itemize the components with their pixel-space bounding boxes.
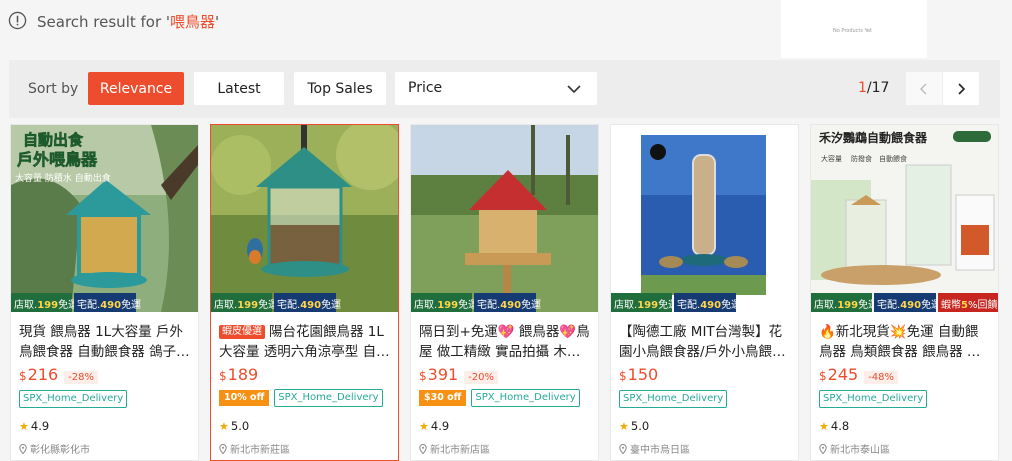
product-price: $391 (419, 365, 459, 384)
star-icon: ★ (419, 419, 429, 433)
rating: ★ 4.8 (819, 419, 850, 433)
shop-location: 新北市新莊區 (219, 441, 290, 456)
price-row: $216 -28% (19, 365, 99, 387)
product-title[interactable]: 【陶德工廠 MIT台灣製】花園小鳥餵食器/戶外小鳥餵食器 (619, 322, 791, 362)
location-pin-icon (419, 443, 427, 454)
product-image[interactable]: 店取.199免運 宅配.490免運 (411, 125, 598, 312)
product-card[interactable]: 店取.199免運 宅配.490免運 隔日到+免運💖 餵鳥器💖鳥屋 做工精緻 實品… (410, 124, 599, 461)
search-header: Search result for '喂鳥器' No Products Yet (0, 0, 1012, 58)
product-price: $216 (19, 365, 59, 384)
star-icon: ★ (619, 419, 629, 433)
shipping-promo-banner: 店取.199免運 宅配.490免運 (411, 293, 598, 312)
image-text-line1: 自動出食 (23, 131, 84, 149)
shop-location: 彰化縣彰化市 (19, 441, 90, 456)
voucher-row: $30 off SPX_Home_Delivery (419, 389, 580, 407)
star-icon: ★ (819, 419, 829, 433)
rating: ★ 4.9 (419, 419, 450, 433)
search-result-label: Search result for '喂鳥器' (37, 13, 220, 31)
bird-feeder-photo (411, 125, 598, 312)
location-pin-icon (819, 443, 827, 454)
product-image[interactable]: 店取.199免運 宅配.490免運 (611, 125, 798, 312)
rating: ★ 5.0 (219, 419, 250, 433)
sort-bar: Sort by Relevance Latest Top Sales Price… (9, 60, 1000, 118)
product-card[interactable]: 店取.199免運 宅配.490免運 蝦皮優選 陽台花園餵鳥器 1L大容量 透明六角… (210, 124, 399, 461)
sort-relevance-button[interactable]: Relevance (88, 72, 184, 105)
discount-badge: -20% (464, 371, 499, 384)
page-total: /17 (866, 80, 890, 96)
shipping-tag: SPX_Home_Delivery (19, 390, 128, 408)
product-image[interactable]: 自動出食 戶外喂鳥器 大容量 防積水 自動出食 店取.199免運 宅配.490免… (11, 125, 198, 312)
product-price: $245 (819, 365, 859, 384)
chevron-down-icon (567, 85, 581, 94)
product-title[interactable]: 現貨 餵鳥器 1L大容量 戶外鳥餵食器 自動餵食器 鴿子喂食器 (19, 322, 191, 362)
star-icon: ★ (19, 419, 29, 433)
sort-by-label: Sort by (28, 81, 79, 97)
shop-location: 臺中市烏日區 (619, 441, 690, 456)
product-title[interactable]: 🔥新北現貨💥免運 自動餵鳥器 鳥類餵食器 餵鳥器 鸚鵡 (819, 322, 991, 362)
ad-banner[interactable]: No Products Yet (781, 0, 927, 58)
product-title[interactable]: 蝦皮優選陽台花園餵鳥器 1L大容量 透明六角涼亭型 自動餵食器 (219, 322, 391, 362)
shipping-promo-banner: 店取.199免運 宅配.490免運 (611, 293, 798, 312)
shipping-tag: SPX_Home_Delivery (619, 390, 728, 408)
image-text-badges: 大容量 防積水 自動出食 (15, 172, 111, 184)
product-card[interactable]: 店取.199免運 宅配.490免運 【陶德工廠 MIT台灣製】花園小鳥餵食器/戶… (610, 124, 799, 461)
voucher-row: 10% off SPX_Home_Delivery (219, 389, 383, 407)
product-title[interactable]: 隔日到+免運💖 餵鳥器💖鳥屋 做工精緻 實品拍攝 木製鳥屋 (419, 322, 591, 362)
product-image[interactable]: 禾汐鸚鵡自動餵食器 大容量 防撥食 自動餵食 店取.199免運 宅配.490免運… (811, 125, 998, 312)
price-row: $391 -20% (419, 365, 499, 387)
chevron-left-icon (920, 83, 927, 94)
shipping-promo-banner: 店取.199免運 宅配.490免運 蝦幣5%回饋 (811, 293, 998, 312)
bird-feeder-photo (211, 125, 398, 312)
sort-price-select[interactable]: Price (395, 72, 597, 105)
bird-feeder-photo (611, 125, 798, 312)
shipping-tag: SPX_Home_Delivery (819, 390, 928, 408)
product-price: $189 (219, 365, 259, 384)
shipping-tag: SPX_Home_Delivery (274, 389, 383, 407)
shop-location: 新北市泰山區 (819, 441, 890, 456)
preferred-seller-badge: 蝦皮優選 (219, 325, 265, 339)
page-current: 1 (858, 80, 867, 96)
image-text-sub1: 大容量 (821, 154, 842, 163)
rating: ★ 4.9 (19, 419, 50, 433)
info-icon (8, 11, 27, 30)
location-pin-icon (619, 443, 627, 454)
image-text-line2: 戶外喂鳥器 (17, 150, 98, 169)
product-card[interactable]: 禾汐鸚鵡自動餵食器 大容量 防撥食 自動餵食 店取.199免運 宅配.490免運… (810, 124, 999, 461)
image-text-line1: 禾汐鸚鵡自動餵食器 (819, 130, 928, 145)
product-card[interactable]: 自動出食 戶外喂鳥器 大容量 防積水 自動出食 店取.199免運 宅配.490免… (10, 124, 199, 461)
price-row: $150 (619, 365, 658, 387)
discount-badge: -28% (64, 371, 99, 384)
price-row: $189 (219, 365, 258, 387)
location-pin-icon (219, 443, 227, 454)
shop-location: 新北市新店區 (419, 441, 490, 456)
bird-feeder-photo: 自動出食 戶外喂鳥器 大容量 防積水 自動出食 (11, 125, 198, 312)
shipping-tag: SPX_Home_Delivery (471, 389, 580, 407)
search-results-page: Search result for '喂鳥器' No Products Yet … (0, 0, 1012, 461)
search-keyword: 喂鳥器 (170, 13, 216, 31)
price-select-label: Price (408, 80, 443, 96)
price-row: $245 -48% (819, 365, 899, 387)
chevron-right-icon (958, 82, 966, 95)
sort-latest-button[interactable]: Latest (194, 72, 284, 105)
image-text-sub2: 防撥食 (851, 154, 872, 163)
next-page-button[interactable] (943, 72, 979, 105)
location-pin-icon (19, 443, 27, 454)
product-image[interactable]: 店取.199免運 宅配.490免運 (211, 125, 398, 312)
ad-text: No Products Yet (833, 28, 872, 34)
voucher-badge: $30 off (419, 390, 467, 406)
rating: ★ 5.0 (619, 419, 650, 433)
prev-page-button[interactable] (906, 72, 942, 105)
page-indicator: 1/17 (858, 80, 889, 96)
star-icon: ★ (219, 419, 229, 433)
sort-top-sales-button[interactable]: Top Sales (294, 72, 386, 105)
bird-feeder-photo: 禾汐鸚鵡自動餵食器 大容量 防撥食 自動餵食 (811, 125, 998, 312)
discount-badge: -48% (864, 371, 899, 384)
image-text-sub3: 自動餵食 (879, 154, 907, 163)
voucher-badge: 10% off (219, 390, 270, 406)
product-price: $150 (619, 365, 659, 384)
shipping-promo-banner: 店取.199免運 宅配.490免運 (211, 293, 398, 312)
shipping-promo-banner: 店取.199免運 宅配.490免運 (11, 293, 198, 312)
